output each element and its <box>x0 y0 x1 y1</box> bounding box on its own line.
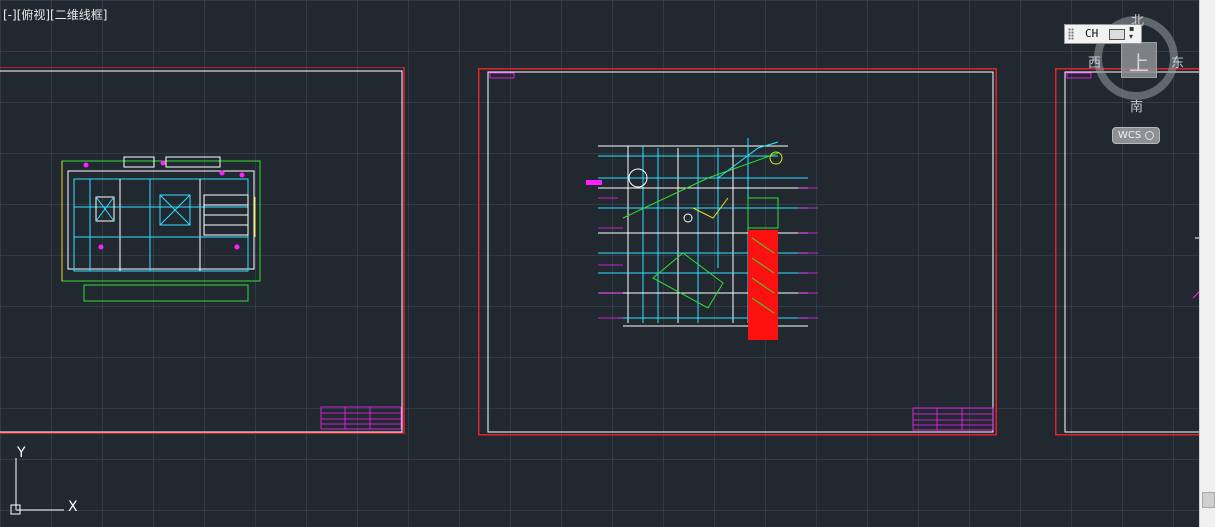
ime-language[interactable]: CH <box>1085 27 1098 40</box>
ucs-icon: Y X <box>6 444 86 523</box>
keyboard-icon[interactable] <box>1109 29 1125 40</box>
ime-grip-icon[interactable] <box>1068 28 1074 40</box>
wcs-menu[interactable]: WCS <box>1112 127 1160 144</box>
model-viewport[interactable]: [-][俯视][二维线框] 上 北 南 西 东 CH ▪ ▾ WCS Y X <box>0 0 1199 527</box>
ime-toolbar[interactable]: CH ▪ ▾ <box>1064 24 1142 44</box>
ime-options-icon[interactable]: ▪ ▾ <box>1129 25 1134 41</box>
ucs-x-label: X <box>68 499 78 515</box>
scrollbar-thumb[interactable] <box>1202 492 1215 508</box>
compass-south[interactable]: 南 <box>1130 96 1143 115</box>
vertical-scrollbar[interactable] <box>1199 0 1215 527</box>
drawing-sheet-left <box>0 67 406 435</box>
viewcube[interactable]: 上 北 南 西 东 CH ▪ ▾ WCS <box>1062 8 1198 148</box>
drawing-sheet-center <box>478 68 998 436</box>
compass-west[interactable]: 西 <box>1088 52 1101 71</box>
viewcube-top-face[interactable]: 上 <box>1121 42 1157 78</box>
ucs-y-label: Y <box>16 445 26 461</box>
viewport-controls-label[interactable]: [-][俯视][二维线框] <box>3 6 107 23</box>
compass-east[interactable]: 东 <box>1171 52 1184 71</box>
chevron-down-icon <box>1145 131 1154 140</box>
